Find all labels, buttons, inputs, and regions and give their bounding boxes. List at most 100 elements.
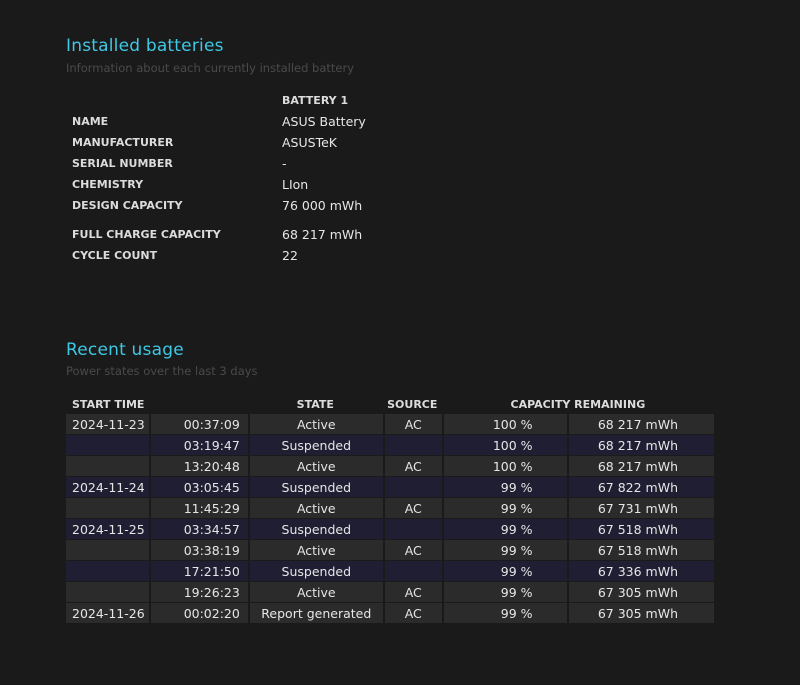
usage-date: 2024-11-23	[66, 414, 150, 434]
installed-batteries-table: BATTERY 1 NAME ASUS Battery MANUFACTURER…	[66, 90, 366, 266]
usage-percent: 99 %	[441, 477, 567, 497]
usage-mwh: 68 217 mWh	[566, 435, 714, 455]
usage-row: 19:26:23 Active AC 99 % 67 305 mWh	[66, 582, 714, 602]
usage-mwh: 67 336 mWh	[566, 561, 714, 581]
usage-state: Suspended	[247, 435, 383, 455]
usage-date: 2024-11-26	[66, 603, 150, 623]
recent-usage-subtitle: Power states over the last 3 days	[66, 364, 258, 378]
battery-header-row: BATTERY 1	[66, 90, 366, 111]
usage-time: 00:02:20	[149, 603, 248, 623]
usage-source	[382, 519, 442, 539]
battery-value: 68 217 mWh	[282, 227, 363, 242]
usage-state: Active	[247, 456, 383, 476]
battery-label: CYCLE COUNT	[72, 249, 158, 262]
battery-value: 22	[282, 248, 298, 263]
battery-value: ASUS Battery	[282, 114, 366, 129]
usage-source: AC	[382, 414, 442, 434]
usage-percent: 99 %	[441, 519, 567, 539]
battery-label: SERIAL NUMBER	[72, 157, 173, 170]
battery-label: FULL CHARGE CAPACITY	[72, 228, 221, 241]
usage-state: Active	[247, 414, 383, 434]
usage-time: 03:05:45	[149, 477, 248, 497]
usage-rows: 2024-11-23 00:37:09 Active AC 100 % 68 2…	[66, 414, 714, 623]
usage-source: AC	[382, 603, 442, 623]
usage-row: 2024-11-26 00:02:20 Report generated AC …	[66, 603, 714, 623]
usage-row: 2024-11-24 03:05:45 Suspended 99 % 67 82…	[66, 477, 714, 497]
usage-state: Report generated	[247, 603, 383, 623]
installed-batteries-subtitle: Information about each currently install…	[66, 61, 355, 75]
usage-date: 2024-11-24	[66, 477, 150, 497]
usage-source: AC	[382, 498, 442, 518]
usage-date	[66, 582, 150, 602]
usage-percent: 99 %	[441, 498, 567, 518]
usage-source	[382, 435, 442, 455]
state-header: STATE	[296, 397, 334, 411]
usage-mwh: 67 822 mWh	[566, 477, 714, 497]
usage-mwh: 67 518 mWh	[566, 540, 714, 560]
usage-percent: 99 %	[441, 540, 567, 560]
battery-row-cycle-count: CYCLE COUNT 22	[66, 245, 366, 266]
battery-value: ASUSTeK	[282, 135, 337, 150]
usage-percent: 100 %	[441, 456, 567, 476]
usage-state: Suspended	[247, 561, 383, 581]
capacity-remaining-header: CAPACITY REMAINING	[510, 397, 646, 411]
usage-source	[382, 477, 442, 497]
battery-value: 76 000 mWh	[282, 198, 363, 213]
usage-time: 17:21:50	[149, 561, 248, 581]
battery-row-manufacturer: MANUFACTURER ASUSTeK	[66, 132, 366, 153]
usage-date	[66, 456, 150, 476]
battery-value: LIon	[282, 177, 309, 192]
usage-row: 11:45:29 Active AC 99 % 67 731 mWh	[66, 498, 714, 518]
usage-source: AC	[382, 582, 442, 602]
usage-time: 03:34:57	[149, 519, 248, 539]
battery-1-header: BATTERY 1	[282, 94, 349, 107]
recent-usage-title: Recent usage	[66, 340, 184, 360]
usage-source: AC	[382, 456, 442, 476]
battery-row-serial: SERIAL NUMBER -	[66, 153, 366, 174]
usage-row: 2024-11-23 00:37:09 Active AC 100 % 68 2…	[66, 414, 714, 434]
usage-mwh: 68 217 mWh	[566, 456, 714, 476]
battery-row-name: NAME ASUS Battery	[66, 111, 366, 132]
battery-label: DESIGN CAPACITY	[72, 199, 183, 212]
usage-state: Active	[247, 498, 383, 518]
usage-state: Active	[247, 582, 383, 602]
battery-label: MANUFACTURER	[72, 136, 174, 149]
source-header: SOURCE	[387, 397, 438, 411]
usage-mwh: 67 518 mWh	[566, 519, 714, 539]
usage-row: 13:20:48 Active AC 100 % 68 217 mWh	[66, 456, 714, 476]
usage-state: Suspended	[247, 519, 383, 539]
battery-label: CHEMISTRY	[72, 178, 144, 191]
usage-time: 03:38:19	[149, 540, 248, 560]
usage-time: 13:20:48	[149, 456, 248, 476]
usage-mwh: 67 305 mWh	[566, 582, 714, 602]
battery-row-full-charge-capacity: FULL CHARGE CAPACITY 68 217 mWh	[66, 224, 366, 245]
battery-row-design-capacity: DESIGN CAPACITY 76 000 mWh	[66, 195, 366, 216]
usage-date	[66, 498, 150, 518]
usage-mwh: 67 305 mWh	[566, 603, 714, 623]
usage-time: 19:26:23	[149, 582, 248, 602]
recent-usage-table: START TIME STATE SOURCE CAPACITY REMAINI…	[66, 394, 714, 624]
usage-row: 2024-11-25 03:34:57 Suspended 99 % 67 51…	[66, 519, 714, 539]
usage-source	[382, 561, 442, 581]
usage-header-row: START TIME STATE SOURCE CAPACITY REMAINI…	[66, 395, 714, 413]
battery-value: -	[282, 156, 287, 171]
usage-percent: 99 %	[441, 561, 567, 581]
usage-date	[66, 561, 150, 581]
usage-percent: 100 %	[441, 414, 567, 434]
usage-source: AC	[382, 540, 442, 560]
usage-row: 17:21:50 Suspended 99 % 67 336 mWh	[66, 561, 714, 581]
usage-mwh: 67 731 mWh	[566, 498, 714, 518]
usage-time: 00:37:09	[149, 414, 248, 434]
usage-percent: 99 %	[441, 603, 567, 623]
usage-percent: 100 %	[441, 435, 567, 455]
usage-time: 03:19:47	[149, 435, 248, 455]
usage-state: Active	[247, 540, 383, 560]
usage-date	[66, 540, 150, 560]
battery-row-chemistry: CHEMISTRY LIon	[66, 174, 366, 195]
usage-date	[66, 435, 150, 455]
usage-percent: 99 %	[441, 582, 567, 602]
usage-time: 11:45:29	[149, 498, 248, 518]
battery-label: NAME	[72, 115, 109, 128]
usage-state: Suspended	[247, 477, 383, 497]
start-time-header: START TIME	[72, 397, 145, 411]
